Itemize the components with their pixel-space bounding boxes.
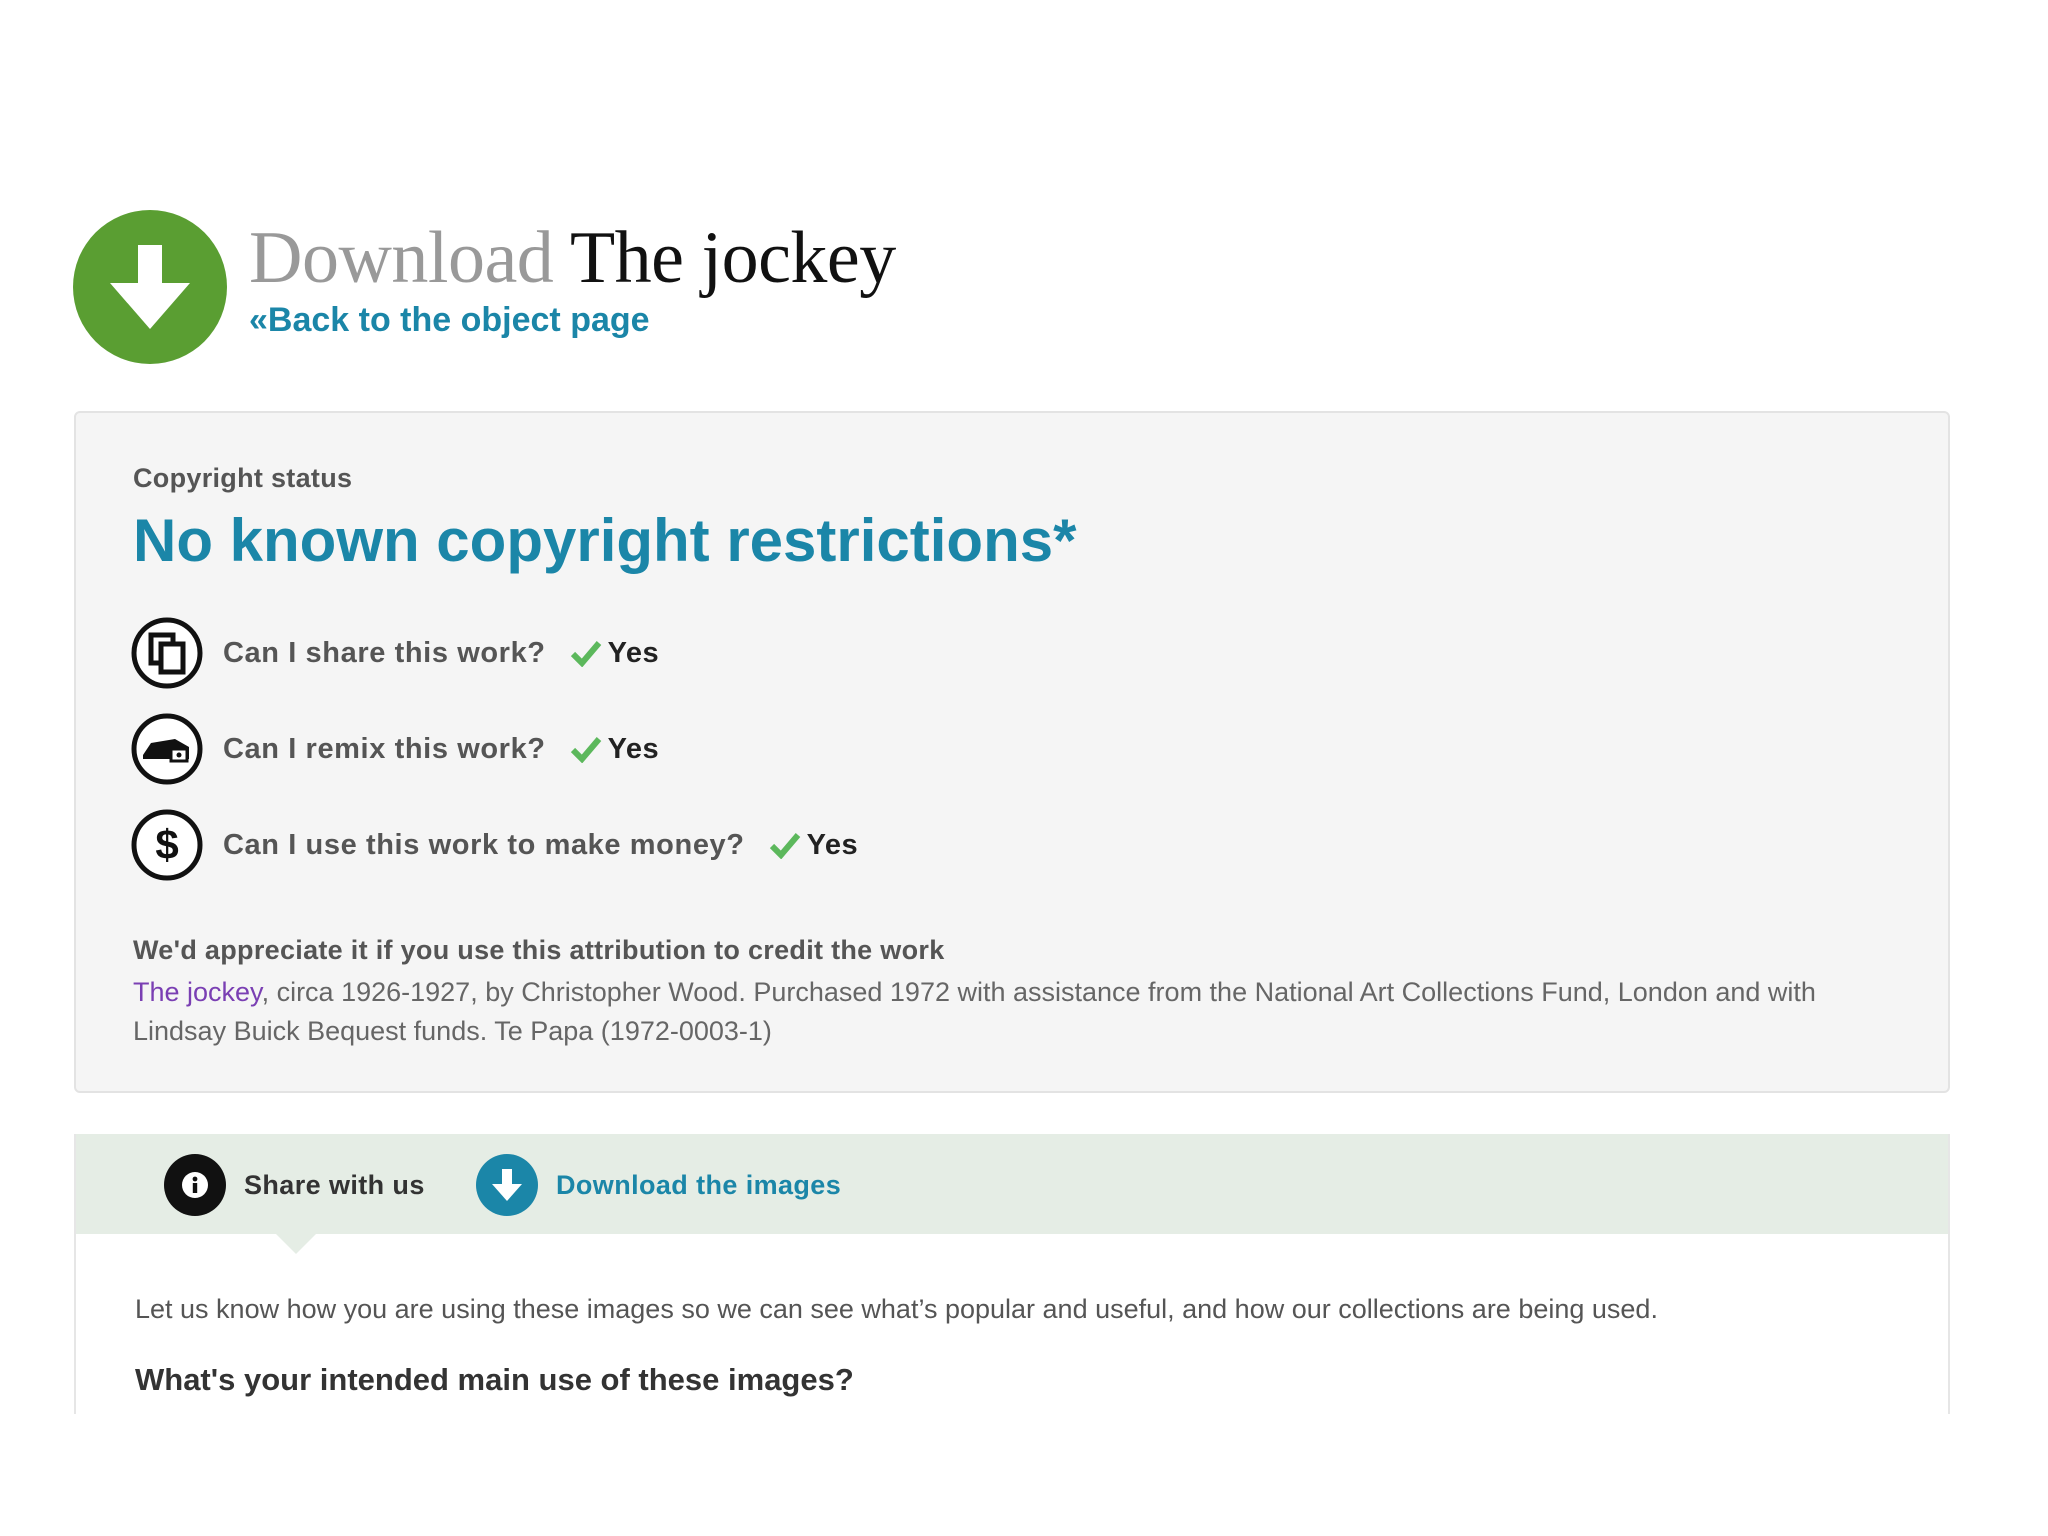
money-question: Can I use this work to make money? — [223, 828, 745, 861]
copyright-status-value: No known copyright restrictions* — [133, 507, 1077, 574]
copyright-status-label: Copyright status — [133, 463, 353, 493]
back-to-object-link[interactable]: «Back to the object page — [249, 298, 896, 342]
checkmark-icon — [769, 833, 800, 859]
attribution-heading: We'd appreciate it if you use this attri… — [133, 935, 945, 965]
object-title: The jockey — [569, 217, 896, 299]
share-question: Can I share this work? — [223, 636, 546, 669]
remix-question-row: Can I remix this work? Yes — [131, 713, 659, 785]
share-icon — [131, 617, 203, 689]
tab-share-label: Share with us — [244, 1169, 425, 1200]
tab-download-images[interactable]: Download the images — [476, 1154, 841, 1216]
tab-share-with-us[interactable]: Share with us — [164, 1154, 425, 1216]
svg-text:$: $ — [155, 821, 178, 868]
page-title: Download The jockey — [249, 218, 896, 298]
download-arrow-icon — [73, 210, 227, 364]
checkmark-icon — [570, 737, 601, 763]
attribution-object-link[interactable]: The jockey — [133, 977, 262, 1007]
money-question-row: $ Can I use this work to make money? Yes — [131, 809, 858, 881]
share-intro-text: Let us know how you are using these imag… — [135, 1294, 1658, 1324]
page-header: Download The jockey «Back to the object … — [73, 210, 896, 364]
checkmark-icon — [570, 641, 601, 667]
attribution-details: , circa 1926-1927, by Christopher Wood. … — [133, 977, 1816, 1046]
share-answer: Yes — [607, 636, 660, 669]
remix-icon — [131, 713, 203, 785]
remix-answer: Yes — [607, 732, 660, 765]
copyright-panel: Copyright status No known copyright rest… — [74, 411, 1950, 1093]
share-download-panel: Share with us Download the images Let us… — [74, 1134, 1950, 1414]
attribution-text: The jockey, circa 1926-1927, by Christop… — [133, 973, 1873, 1051]
dollar-icon: $ — [131, 809, 203, 881]
title-prefix: Download — [249, 217, 554, 299]
remix-question: Can I remix this work? — [223, 732, 546, 765]
active-tab-pointer — [276, 1234, 316, 1254]
tabs-bar: Share with us Download the images — [76, 1134, 1948, 1234]
info-icon — [164, 1154, 226, 1216]
tab-download-label: Download the images — [556, 1169, 842, 1200]
share-question-row: Can I share this work? Yes — [131, 617, 659, 689]
download-icon — [476, 1154, 538, 1216]
money-answer: Yes — [806, 828, 859, 861]
intended-use-heading: What's your intended main use of these i… — [135, 1362, 854, 1397]
